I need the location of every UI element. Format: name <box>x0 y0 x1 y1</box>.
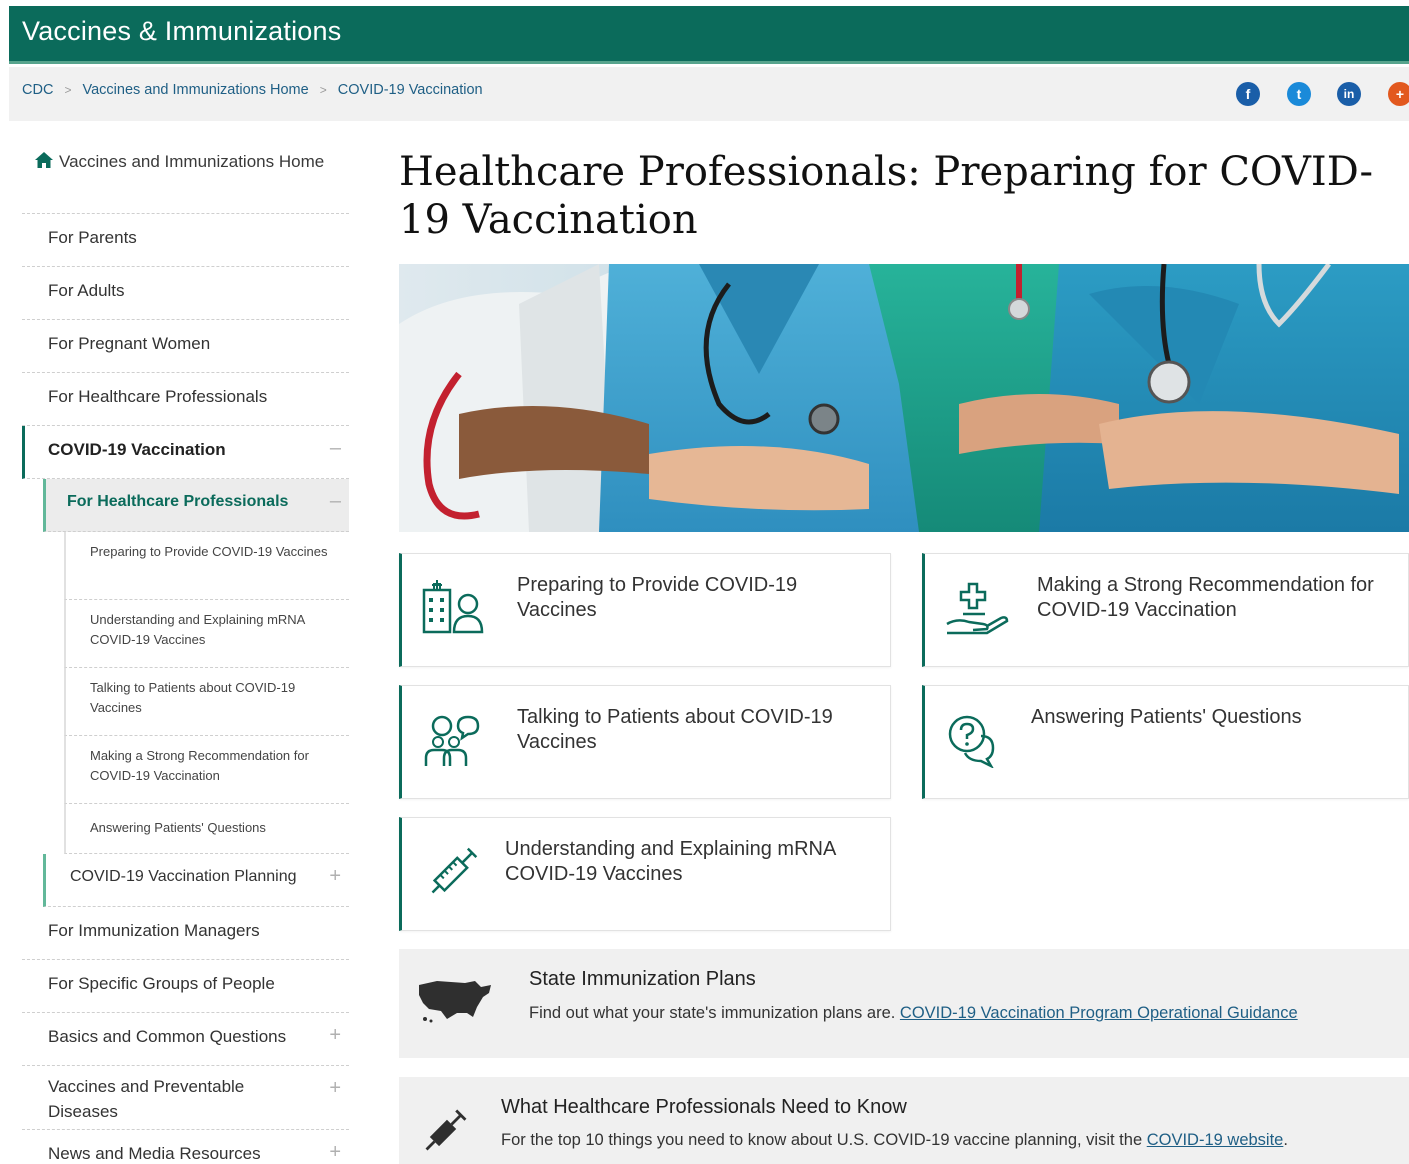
expand-toggle[interactable]: + <box>329 1078 341 1098</box>
need-to-know-box: What Healthcare Professionals Need to Kn… <box>399 1077 1409 1164</box>
hospital-patient-icon <box>422 580 484 634</box>
breadcrumb-vaccines-home[interactable]: Vaccines and Immunizations Home <box>83 82 309 98</box>
collapse-toggle[interactable]: – <box>330 491 341 511</box>
sidebar-item-basics[interactable]: Basics and Common Questions + <box>22 1013 349 1066</box>
sidebar-item-news-media[interactable]: News and Media Resources + <box>22 1130 349 1164</box>
sidebar-item-label: Preparing to Provide COVID-19 Vaccines <box>90 544 328 559</box>
hero-image <box>399 264 1409 532</box>
card-title: Answering Patients' Questions <box>1031 706 1302 728</box>
sidebar-item-label: For Healthcare Professionals <box>48 387 268 406</box>
sidebar-subsubitem-preparing[interactable]: Preparing to Provide COVID-19 Vaccines <box>64 532 349 600</box>
card-talking[interactable]: Talking to Patients about COVID-19 Vacci… <box>399 685 891 799</box>
card-title: Preparing to Provide COVID-19 Vaccines <box>517 574 798 621</box>
sidebar-subsubitem-mrna[interactable]: Understanding and Explaining mRNA COVID-… <box>64 600 349 668</box>
sidebar-subitem-planning[interactable]: COVID-19 Vaccination Planning + <box>43 854 349 907</box>
breadcrumb: CDC > Vaccines and Immunizations Home > … <box>22 82 483 98</box>
sidebar-item-label: Talking to Patients about COVID-19 Vacci… <box>90 680 296 715</box>
sidebar-nav: Vaccines and Immunizations Home For Pare… <box>22 140 349 1164</box>
site-header: Vaccines & Immunizations <box>9 6 1409 64</box>
sidebar-item-label: For Immunization Managers <box>48 921 260 940</box>
breadcrumb-cdc[interactable]: CDC <box>22 82 53 98</box>
need-to-know-text: For the top 10 things you need to know a… <box>501 1131 1288 1150</box>
state-plans-box: State Immunization Plans Find out what y… <box>399 949 1409 1058</box>
question-bubble-icon <box>948 715 995 768</box>
sidebar-item-label: Answering Patients' Questions <box>90 820 266 835</box>
card-questions[interactable]: Answering Patients' Questions <box>922 685 1409 799</box>
state-plans-description: Find out what your state's immunization … <box>529 1004 896 1022</box>
sidebar-item-healthcare-professionals[interactable]: For Healthcare Professionals <box>22 373 349 426</box>
sidebar-item-label: Vaccines and Immunizations Home <box>59 152 325 171</box>
sidebar-item-label: COVID-19 Vaccination Planning <box>70 868 297 885</box>
need-to-know-description: For the top 10 things you need to know a… <box>501 1131 1143 1149</box>
expand-toggle[interactable]: + <box>329 1025 341 1045</box>
sidebar-item-label: Vaccines and Preventable Diseases <box>48 1077 245 1121</box>
sidebar-subsubitem-recommendation[interactable]: Making a Strong Recommendation for COVID… <box>64 736 349 804</box>
sidebar-item-label: For Adults <box>48 281 125 300</box>
breadcrumb-separator: > <box>319 83 327 97</box>
syringe-icon <box>431 847 478 894</box>
facebook-icon[interactable]: f <box>1236 82 1260 106</box>
sidebar-item-home[interactable]: Vaccines and Immunizations Home <box>22 140 349 214</box>
sidebar-item-label: COVID-19 Vaccination <box>48 440 226 459</box>
card-mrna[interactable]: Understanding and Explaining mRNA COVID-… <box>399 817 891 931</box>
operational-guidance-link[interactable]: COVID-19 Vaccination Program Operational… <box>900 1004 1298 1022</box>
sidebar-subitem-hcp[interactable]: For Healthcare Professionals – <box>43 479 349 532</box>
card-title: Understanding and Explaining mRNA COVID-… <box>505 838 836 885</box>
people-chat-icon <box>424 715 480 766</box>
sidebar-item-label: For Specific Groups of People <box>48 974 275 993</box>
expand-toggle[interactable]: + <box>329 1142 341 1162</box>
state-plans-text: Find out what your state's immunization … <box>529 1004 1298 1023</box>
need-to-know-title: What Healthcare Professionals Need to Kn… <box>501 1096 907 1118</box>
sidebar-item-parents[interactable]: For Parents <box>22 214 349 267</box>
sidebar-item-label: Understanding and Explaining mRNA COVID-… <box>90 612 305 647</box>
sidebar-item-label: For Parents <box>48 228 137 247</box>
card-title: Talking to Patients about COVID-19 Vacci… <box>517 706 833 753</box>
site-title[interactable]: Vaccines & Immunizations <box>22 16 341 47</box>
breadcrumb-covid-vaccination[interactable]: COVID-19 Vaccination <box>338 82 483 98</box>
twitter-icon[interactable]: t <box>1287 82 1311 106</box>
linkedin-icon[interactable]: in <box>1337 82 1361 106</box>
sidebar-item-label: For Healthcare Professionals <box>67 493 289 510</box>
page-title: Healthcare Professionals: Preparing for … <box>399 149 1374 243</box>
collapse-toggle[interactable]: – <box>330 438 341 458</box>
home-icon <box>35 152 53 168</box>
sidebar-item-pregnant-women[interactable]: For Pregnant Women <box>22 320 349 373</box>
sidebar-subsubitem-questions[interactable]: Answering Patients' Questions <box>64 804 349 854</box>
sidebar-item-label: For Pregnant Women <box>48 334 211 353</box>
sidebar-subsubitem-talking[interactable]: Talking to Patients about COVID-19 Vacci… <box>64 668 349 736</box>
sidebar-item-label: News and Media Resources <box>48 1144 261 1163</box>
expand-toggle[interactable]: + <box>329 866 341 886</box>
sidebar-item-immunization-managers[interactable]: For Immunization Managers <box>22 907 349 960</box>
card-title: Making a Strong Recommendation for COVID… <box>1037 574 1374 621</box>
sentence-end: . <box>1283 1131 1288 1149</box>
healthcare-workers-illustration <box>399 264 1409 532</box>
covid-website-link[interactable]: COVID-19 website <box>1147 1131 1284 1149</box>
state-plans-title: State Immunization Plans <box>529 968 756 990</box>
sidebar-item-adults[interactable]: For Adults <box>22 267 349 320</box>
card-preparing[interactable]: Preparing to Provide COVID-19 Vaccines <box>399 553 891 667</box>
hand-cross-icon <box>946 582 1009 635</box>
us-map-icon <box>419 981 491 1023</box>
sidebar-item-label: Basics and Common Questions <box>48 1027 287 1046</box>
sidebar-item-specific-groups[interactable]: For Specific Groups of People <box>22 960 349 1013</box>
vaccine-syringe-icon <box>425 1109 467 1151</box>
card-recommendation[interactable]: Making a Strong Recommendation for COVID… <box>922 553 1409 667</box>
sidebar-item-covid-vaccination[interactable]: COVID-19 Vaccination – <box>22 426 349 479</box>
breadcrumb-separator: > <box>64 83 72 97</box>
sidebar-item-preventable-diseases[interactable]: Vaccines and Preventable Diseases + <box>22 1066 349 1130</box>
syndicate-icon[interactable]: + <box>1388 82 1409 106</box>
main-content: Healthcare Professionals: Preparing for … <box>399 148 1409 244</box>
breadcrumb-bar: CDC > Vaccines and Immunizations Home > … <box>9 67 1409 121</box>
sidebar-item-label: Making a Strong Recommendation for COVID… <box>90 748 309 783</box>
